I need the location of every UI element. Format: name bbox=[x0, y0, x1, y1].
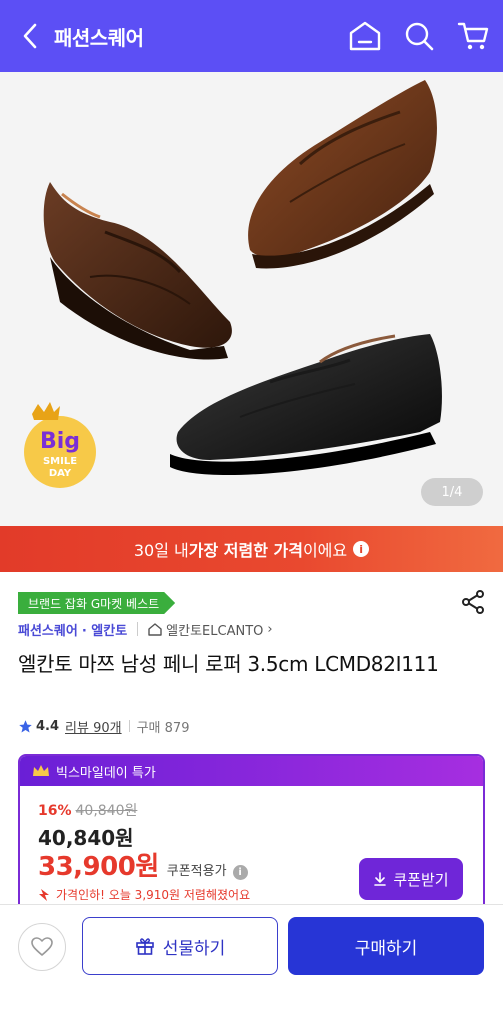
price-cut-text: 가격인하! 오늘 3,910원 저렴해졌어요 bbox=[56, 888, 251, 902]
promo-highlight: 가장 저렴한 가격 bbox=[188, 541, 303, 560]
best-seller-tag: 브랜드 잡화 G마켓 베스트 bbox=[18, 592, 176, 614]
share-button[interactable] bbox=[459, 588, 487, 616]
shop-home-icon bbox=[148, 622, 162, 636]
bottom-action-bar: 선물하기 구매하기 bbox=[0, 904, 503, 1024]
gift-label: 선물하기 bbox=[162, 938, 226, 959]
gift-button[interactable]: 선물하기 bbox=[82, 917, 278, 975]
promo-suffix: 이에요 bbox=[302, 541, 348, 560]
discount-percent: 16% bbox=[38, 803, 72, 819]
buy-button[interactable]: 구매하기 bbox=[288, 917, 484, 975]
seller-link[interactable]: 패션스퀘어 bbox=[18, 620, 78, 639]
seller-row: 패션스퀘어 · 엘칸토 엘칸토ELCANTO › bbox=[18, 620, 273, 639]
deal-header: 빅스마일데이 특가 bbox=[20, 756, 483, 786]
coupon-price-row: 33,900원 쿠폰적용가 i bbox=[38, 846, 248, 883]
purchase-count: 구매 879 bbox=[136, 720, 190, 736]
info-icon[interactable]: i bbox=[353, 541, 370, 557]
gallery-page-indicator: 1/4 bbox=[421, 478, 483, 506]
gift-icon bbox=[135, 938, 154, 955]
heart-icon bbox=[31, 937, 53, 956]
crown-icon bbox=[33, 765, 49, 776]
coupon-price-label: 쿠폰적용가 bbox=[166, 864, 227, 879]
search-icon bbox=[405, 22, 434, 51]
download-icon bbox=[374, 872, 387, 886]
badge-line1: Big bbox=[40, 429, 80, 454]
app-header: 패션스퀘어 bbox=[0, 0, 503, 72]
back-icon bbox=[23, 23, 37, 49]
cart-icon bbox=[457, 22, 489, 50]
product-image-gallery[interactable]: Big SMILE DAY 1/4 bbox=[0, 72, 503, 526]
discount-row: 16% 40,840원 bbox=[38, 800, 137, 820]
buy-label: 구매하기 bbox=[354, 938, 418, 959]
chevron-right-icon: › bbox=[267, 621, 273, 637]
brand-shop-label: 엘칸토ELCANTO bbox=[166, 623, 264, 639]
get-coupon-button[interactable]: 쿠폰받기 bbox=[359, 858, 463, 900]
cart-button[interactable] bbox=[453, 16, 493, 56]
promo-prefix: 30일 내 bbox=[133, 541, 189, 560]
big-smile-day-badge: Big SMILE DAY bbox=[14, 400, 114, 494]
home-icon bbox=[349, 21, 381, 51]
header-title: 패션스퀘어 bbox=[54, 25, 144, 50]
divider bbox=[137, 622, 139, 636]
badge-line2: SMILE bbox=[43, 456, 77, 467]
special-deal-box: 빅스마일데이 특가 16% 40,840원 40,840원 33,900원 쿠폰… bbox=[18, 754, 485, 914]
rating-score: 4.4 bbox=[36, 718, 60, 734]
home-button[interactable] bbox=[345, 16, 385, 56]
get-coupon-label: 쿠폰받기 bbox=[393, 870, 449, 889]
deal-header-label: 빅스마일데이 특가 bbox=[56, 765, 156, 781]
product-title: 엘칸토 마쯔 남성 페니 로퍼 3.5cm LCMD82I111 bbox=[18, 652, 439, 676]
star-icon bbox=[19, 719, 32, 732]
arrow-down-icon bbox=[39, 888, 49, 901]
badge-line3: DAY bbox=[49, 468, 72, 479]
share-icon bbox=[462, 590, 484, 614]
search-button[interactable] bbox=[399, 16, 439, 56]
back-button[interactable] bbox=[6, 0, 54, 72]
divider bbox=[128, 720, 130, 732]
brand-link[interactable]: · 엘칸토 bbox=[82, 620, 127, 639]
brand-shop-link[interactable]: 엘칸토ELCANTO › bbox=[148, 620, 273, 639]
lowest-price-banner[interactable]: 30일 내 가장 저렴한 가격 이에요 i bbox=[0, 526, 503, 572]
info-icon[interactable]: i bbox=[232, 865, 248, 880]
rating-row: 4.4 리뷰 90개 구매 879 bbox=[18, 716, 189, 736]
coupon-price: 33,900원 bbox=[38, 852, 159, 882]
crown-icon: Big SMILE DAY bbox=[24, 402, 96, 488]
review-count-link[interactable]: 리뷰 90개 bbox=[65, 717, 122, 736]
original-price: 40,840원 bbox=[75, 803, 138, 819]
price-cut-message: 가격인하! 오늘 3,910원 저렴해졌어요 bbox=[38, 886, 250, 903]
wishlist-button[interactable] bbox=[18, 923, 66, 971]
